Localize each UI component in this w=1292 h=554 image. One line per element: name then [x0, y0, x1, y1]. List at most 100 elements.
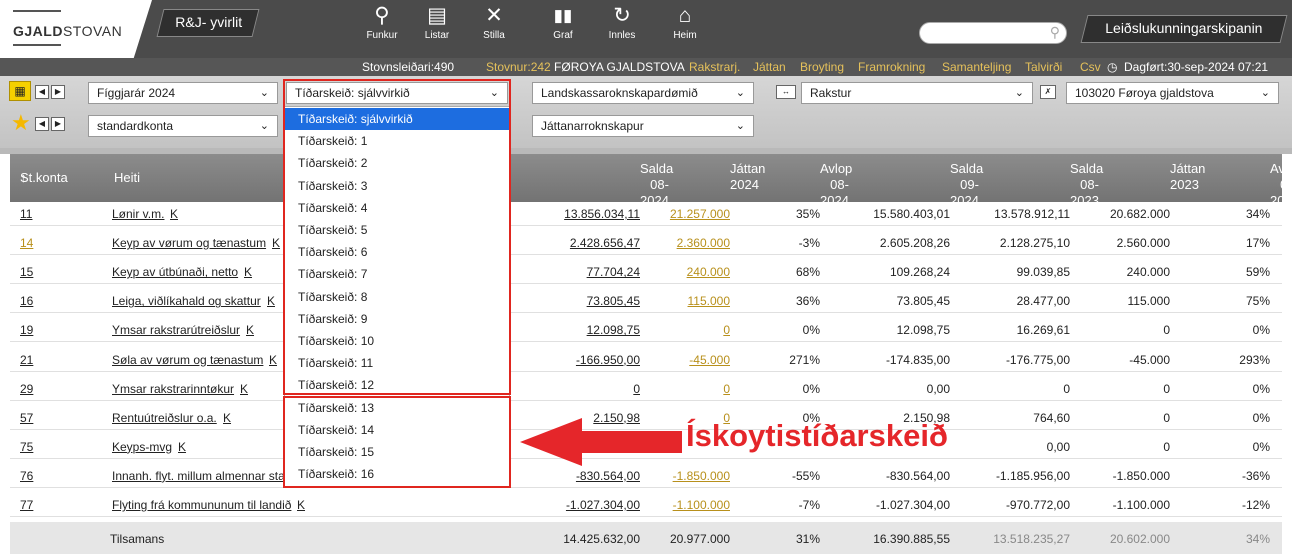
jattan-2024-link[interactable]: 0	[630, 382, 730, 396]
col-salda-0924-header[interactable]: Salda 09-2024	[870, 161, 983, 208]
total-salda-0924: 16.390.885,55	[873, 532, 950, 546]
account-name-link[interactable]: Søla av vørum og tænastum	[112, 353, 263, 367]
account-link[interactable]: 21	[20, 353, 33, 367]
account-link[interactable]: 14	[20, 236, 33, 250]
chevron-down-icon: ⌄	[1014, 87, 1024, 99]
account-name-link[interactable]: Keyps-mvg	[112, 440, 172, 454]
col-salda-0824-header[interactable]: Salda 08-2024	[560, 161, 673, 208]
link-talvirdi[interactable]: Talvirði	[1025, 60, 1062, 74]
clear-icon[interactable]: ✗	[1040, 85, 1056, 99]
next-year-button[interactable]: ▶	[51, 85, 65, 99]
nav-graf[interactable]: ▮▮ Graf	[538, 4, 588, 41]
k-link[interactable]: K	[269, 353, 277, 367]
nav-listar[interactable]: ▤ Listar	[412, 4, 462, 41]
account-link[interactable]: 16	[20, 294, 33, 308]
salda-0824-link[interactable]: 2.428.656,47	[520, 236, 640, 250]
account-name-link[interactable]: Flyting frá kommununum til landið	[112, 498, 291, 512]
k-link[interactable]: K	[244, 265, 252, 279]
entity-select[interactable]: 103020 Føroya gjaldstova ⌄	[1066, 82, 1279, 104]
k-link[interactable]: K	[223, 411, 231, 425]
avlop-0824: 0%	[802, 323, 820, 338]
prev-plan-button[interactable]: ◀	[35, 117, 49, 131]
k-link[interactable]: K	[267, 294, 275, 308]
k-link[interactable]: K	[272, 236, 280, 250]
account-name-link[interactable]: Innanh. flyt. millum almennar sta	[112, 469, 285, 483]
k-link[interactable]: K	[240, 382, 248, 396]
account-name-link[interactable]: Keyp av vørum og tænastum	[112, 236, 266, 250]
jattan-2024-link[interactable]: 21.257.000	[630, 207, 730, 221]
search-input[interactable]: ⚲	[919, 22, 1067, 44]
account-link[interactable]: 57	[20, 411, 33, 425]
k-link[interactable]: K	[170, 207, 178, 221]
next-plan-button[interactable]: ▶	[51, 117, 65, 131]
col-jattan-2024-header[interactable]: Játtan 2024	[650, 161, 765, 192]
salda-0824-link[interactable]: 77.704,24	[520, 265, 640, 279]
jattan-2023: -1.100.000	[1112, 498, 1170, 512]
account-link[interactable]: 77	[20, 498, 33, 512]
jattan-2024-link[interactable]: 115.000	[630, 294, 731, 308]
salda-0824-link[interactable]: 73.805,45	[520, 294, 640, 308]
guide-button[interactable]: Leiðslukunningarskipanin	[1080, 15, 1288, 43]
k-link[interactable]: K	[297, 498, 305, 512]
account-plan-select[interactable]: standardkonta ⌄	[88, 115, 278, 137]
col-avlop-0824-header[interactable]: Avlop 08-2024	[740, 161, 852, 208]
link-csv[interactable]: Csv	[1080, 60, 1101, 74]
report-overview-button[interactable]: R&J- yvirlit	[156, 9, 260, 37]
nav-heim[interactable]: ⌂ Heim	[660, 4, 710, 41]
link-broyting[interactable]: Broyting	[800, 60, 844, 74]
account-name-link[interactable]: Lønir v.m.	[112, 207, 164, 221]
avlop-0823: 293%	[1239, 352, 1270, 367]
salda-0824-link[interactable]: -166.950,00	[520, 353, 640, 367]
nav-innles[interactable]: ↻ Innles	[597, 4, 647, 41]
star-icon[interactable]: ★	[11, 112, 31, 134]
salda-0824-link[interactable]: 0	[520, 382, 640, 396]
account-link[interactable]: 19	[20, 323, 33, 337]
account-name-link[interactable]: Ymsar rakstrarútreiðslur	[112, 323, 240, 337]
link-framrokning[interactable]: Framrokning	[858, 60, 925, 74]
account-link[interactable]: 29	[20, 382, 33, 396]
account-link[interactable]: 11	[20, 207, 32, 221]
jattan-2024-link[interactable]: -1.850.000	[630, 469, 730, 483]
total-salda-0823: 13.518.235,27	[993, 532, 1070, 546]
account-link[interactable]: 15	[20, 265, 33, 279]
logo-line-top	[13, 10, 61, 12]
col-jattan-2023-header[interactable]: Játtan 2023	[1090, 161, 1205, 192]
account-link[interactable]: 75	[20, 440, 33, 454]
salda-0824-link[interactable]: 12.098,75	[520, 323, 640, 337]
salda-0824-link[interactable]: -830.564,00	[520, 469, 640, 483]
year-select[interactable]: Fíggjarár 2024 ⌄	[88, 82, 278, 104]
col-name-header[interactable]: Heiti	[114, 170, 140, 186]
highlight-supplementary-periods	[283, 396, 511, 488]
account-name-link[interactable]: Rentuútreiðslur o.a.	[112, 411, 217, 425]
account-name-link[interactable]: Keyp av útbúnaði, netto	[112, 265, 238, 279]
salda-0824-link[interactable]: -1.027.304,00	[520, 498, 640, 512]
calendar-icon[interactable]: ▦	[9, 81, 31, 101]
budget-select[interactable]: Játtanarroknskapur ⌄	[532, 115, 754, 137]
jattan-2024-link[interactable]: 240.000	[630, 265, 730, 279]
salda-0824-link[interactable]: 13.856.034,11	[520, 207, 640, 221]
nav-funkur[interactable]: ⚲ Funkur	[357, 4, 407, 41]
col-avlop-0823-header[interactable]: Avlop08-2023	[1190, 161, 1292, 208]
swap-icon[interactable]: ↔	[776, 85, 796, 99]
account-name-link[interactable]: Leiga, viðlíkahald og skattur	[112, 294, 261, 308]
link-rakstrarj[interactable]: Rakstrarj.	[689, 60, 740, 74]
logo[interactable]: GJALDSTOVAN	[0, 0, 152, 58]
col-account-header[interactable]: St.konta ↑	[20, 170, 68, 186]
account-link[interactable]: 76	[20, 469, 33, 483]
account-name-link[interactable]: Ymsar rakstrarinntøkur	[112, 382, 234, 396]
col-salda-0823-header[interactable]: Salda 08-2023	[990, 161, 1103, 208]
nav-stilla[interactable]: ✕ Stilla	[469, 4, 519, 41]
link-jattan[interactable]: Játtan	[753, 60, 786, 74]
jattan-2024-link[interactable]: -45.000	[630, 353, 730, 367]
avlop-0824: -55%	[791, 468, 820, 483]
type-select[interactable]: Rakstur ⌄	[801, 82, 1033, 104]
jattan-2024-link[interactable]: 2.360.000	[630, 236, 730, 250]
link-samanteljing[interactable]: Samanteljing	[942, 60, 1011, 74]
k-link[interactable]: K	[246, 323, 254, 337]
scope-select[interactable]: Landskassaroknskapardømið ⌄	[532, 82, 754, 104]
jattan-2024-link[interactable]: 0	[630, 323, 730, 337]
k-link[interactable]: K	[178, 440, 186, 454]
jattan-2024-link[interactable]: -1.100.000	[630, 498, 730, 512]
prev-year-button[interactable]: ◀	[35, 85, 49, 99]
salda-0924: 2.605.208,26	[879, 236, 950, 251]
